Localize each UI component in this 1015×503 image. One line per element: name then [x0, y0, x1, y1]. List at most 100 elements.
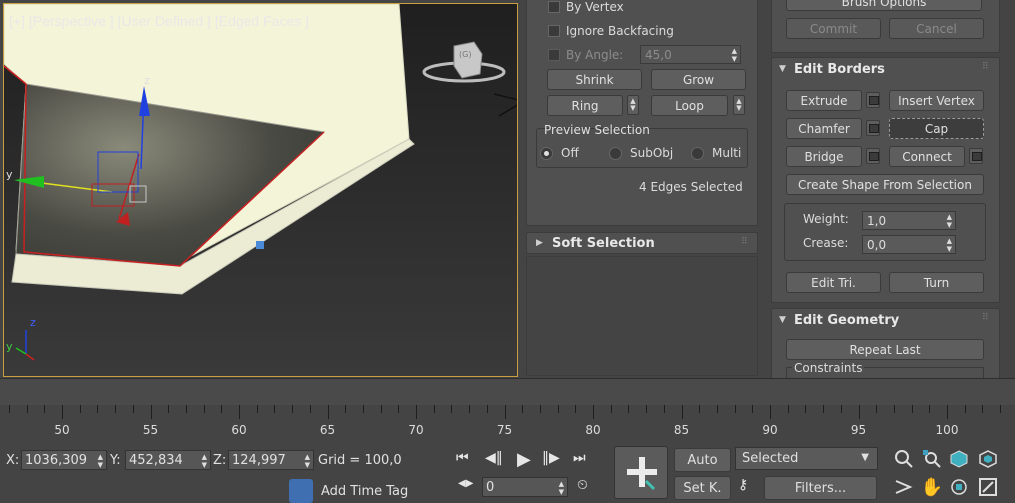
viewport-label[interactable]: [+] [Perspective ] [User Defined ] [Edge…	[9, 13, 309, 29]
drag-grip-icon[interactable]: ⠿	[741, 237, 748, 247]
by-angle-box[interactable]	[548, 49, 560, 61]
weight-spinner[interactable]: ▲ ▼	[947, 213, 952, 229]
perspective-viewport[interactable]: [+] [Perspective ] [User Defined ] [Edge…	[3, 3, 518, 377]
shrink-button[interactable]: Shrink	[547, 69, 642, 90]
commit-button[interactable]: Commit	[786, 18, 881, 39]
current-frame-spinner[interactable]: ▲ ▼	[559, 480, 564, 496]
time-ruler[interactable]: 50 55 60 65 70 75 80 85 90 95 100	[0, 405, 1015, 440]
bridge-button[interactable]: Bridge	[786, 146, 862, 167]
trackbar[interactable]	[0, 378, 1015, 405]
viewport-shading-menu[interactable]: [Edged Faces ]	[215, 13, 309, 29]
time-config-icon[interactable]: ⏲	[577, 477, 588, 493]
viewport-view-menu[interactable]: [User Defined ]	[118, 13, 211, 29]
by-angle-input[interactable]: 45,0 ▲ ▼	[640, 45, 741, 64]
drag-grip-icon[interactable]: ⠿	[982, 313, 989, 323]
key-icon[interactable]	[614, 446, 668, 499]
grow-button[interactable]: Grow	[651, 69, 746, 90]
brush-options-button[interactable]: Brush Options	[786, 0, 982, 11]
cancel-button[interactable]: Cancel	[889, 18, 984, 39]
cap-button[interactable]: Cap	[889, 118, 984, 139]
preview-multi-radio[interactable]: Multi	[691, 146, 741, 160]
drag-grip-icon[interactable]: ⠿	[982, 62, 989, 72]
current-frame-input[interactable]: 0 ▲ ▼	[482, 477, 568, 497]
weight-input[interactable]: 1,0 ▲ ▼	[862, 211, 956, 230]
timeline[interactable]: 50 55 60 65 70 75 80 85 90 95 100	[0, 378, 1015, 440]
z-coord-spinner[interactable]: ▲ ▼	[305, 453, 310, 469]
ruler-tick	[8, 405, 10, 413]
repeat-last-button[interactable]: Repeat Last	[786, 339, 984, 360]
add-time-tag-label[interactable]: Add Time Tag	[321, 484, 408, 499]
crease-input[interactable]: 0,0 ▲ ▼	[862, 235, 956, 254]
edit-tri-button[interactable]: Edit Tri.	[786, 272, 881, 293]
orbit-icon[interactable]	[948, 476, 970, 498]
next-frame-icon[interactable]: ‖▶	[542, 450, 560, 466]
turn-button[interactable]: Turn	[889, 272, 984, 293]
filters-button[interactable]: Filters...	[764, 476, 877, 500]
by-angle-spinner[interactable]: ▲ ▼	[732, 47, 737, 63]
extrude-button[interactable]: Extrude	[786, 90, 862, 111]
chamfer-settings-button[interactable]	[866, 120, 880, 136]
key-mode-icon[interactable]: ◀▶	[458, 478, 473, 489]
go-end-icon[interactable]: ⏭	[573, 450, 586, 466]
ignore-backfacing-checkbox[interactable]: Ignore Backfacing	[548, 24, 674, 38]
key-filter-dropdown[interactable]: Selected ▼	[735, 447, 878, 470]
add-time-tag-icon[interactable]	[289, 479, 313, 503]
z-coord-input[interactable]: 124,997 ▲ ▼	[228, 450, 314, 470]
auto-key-button[interactable]: Auto	[674, 448, 731, 472]
zoom-all-icon[interactable]	[921, 448, 943, 470]
edit-borders-title[interactable]: Edit Borders	[794, 62, 885, 77]
maximize-toggle-icon[interactable]	[977, 476, 999, 498]
bridge-settings-button[interactable]	[866, 148, 880, 164]
pan-icon[interactable]: ✋	[921, 476, 943, 498]
key-filters-icon[interactable]: ⚷	[738, 477, 748, 493]
ruler-tick	[893, 405, 895, 413]
preview-off-dot[interactable]	[540, 146, 553, 160]
prev-frame-icon[interactable]: ◀‖	[485, 450, 503, 466]
expand-arrow-icon[interactable]: ▼	[779, 64, 786, 74]
soft-selection-rollout[interactable]: ▶ Soft Selection ⠿	[526, 232, 758, 254]
edit-geometry-title[interactable]: Edit Geometry	[794, 313, 899, 328]
ring-button[interactable]: Ring	[547, 95, 623, 116]
zoom-icon[interactable]	[893, 448, 915, 470]
x-coord-input[interactable]: 1036,309 ▲ ▼	[21, 450, 107, 470]
play-icon[interactable]: ▶	[517, 449, 531, 470]
extrude-settings-button[interactable]	[866, 92, 880, 108]
crease-spinner[interactable]: ▲ ▼	[947, 237, 952, 253]
viewport-plus-menu[interactable]: [+]	[9, 13, 25, 29]
x-coord-label: X:	[6, 453, 20, 468]
by-angle-checkbox[interactable]: By Angle:	[548, 48, 623, 62]
preview-subobj-radio[interactable]: SubObj	[609, 146, 673, 160]
modifier-panel-right: Brush Options Commit Cancel ▼ Edit Borde…	[768, 0, 1015, 380]
ruler-tick	[575, 405, 577, 413]
field-of-view-icon[interactable]	[893, 476, 915, 498]
connect-button[interactable]: Connect	[889, 146, 965, 167]
viewport-pov-menu[interactable]: [Perspective ]	[29, 13, 114, 29]
ruler-tick	[876, 405, 878, 413]
zoom-extents-icon[interactable]	[948, 448, 970, 470]
preview-subobj-dot[interactable]	[609, 146, 622, 160]
by-vertex-checkbox[interactable]: By Vertex	[548, 0, 624, 14]
zoom-extents-all-icon[interactable]	[977, 448, 999, 470]
go-start-icon[interactable]: ⏮	[456, 450, 469, 466]
preview-off-radio[interactable]: Off	[540, 146, 579, 160]
ignore-backfacing-box[interactable]	[548, 25, 560, 37]
loop-spinner[interactable]: ▲ ▼	[733, 95, 745, 115]
connect-settings-button[interactable]	[969, 148, 983, 164]
by-vertex-box[interactable]	[548, 1, 560, 13]
ruler-tick	[292, 405, 294, 413]
panel-scrollbar[interactable]	[1001, 0, 1015, 378]
loop-button[interactable]: Loop	[651, 95, 728, 116]
preview-multi-dot[interactable]	[691, 146, 704, 160]
ring-spinner[interactable]: ▲ ▼	[627, 95, 639, 115]
by-angle-label: By Angle:	[566, 48, 624, 62]
ruler-tick	[327, 405, 329, 419]
chamfer-button[interactable]: Chamfer	[786, 118, 862, 139]
ruler-tick-label: 55	[142, 423, 159, 437]
set-key-button[interactable]: Set K.	[674, 476, 731, 500]
x-coord-spinner[interactable]: ▲ ▼	[98, 453, 103, 469]
y-coord-spinner[interactable]: ▲ ▼	[202, 453, 207, 469]
insert-vertex-button[interactable]: Insert Vertex	[889, 90, 984, 111]
y-coord-input[interactable]: 452,834 ▲ ▼	[125, 450, 211, 470]
create-shape-button[interactable]: Create Shape From Selection	[786, 174, 984, 195]
expand-arrow-icon[interactable]: ▼	[779, 315, 786, 325]
